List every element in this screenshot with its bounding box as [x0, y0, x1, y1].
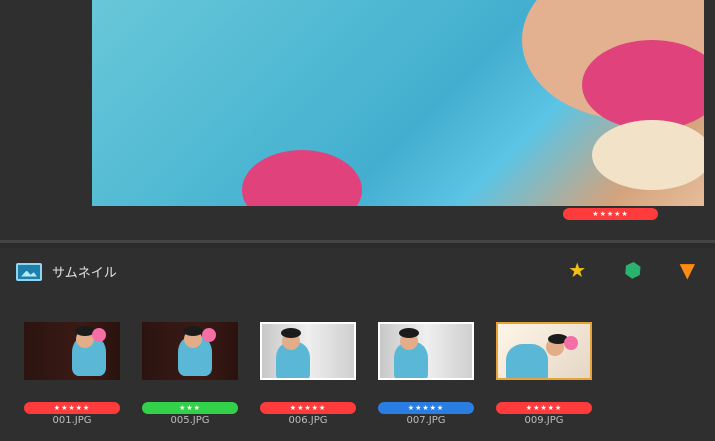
thumbnail-filename: 005.JPG: [170, 415, 210, 426]
thumbnail-filename: 006.JPG: [288, 415, 328, 426]
preview-panel: ★★★★★: [0, 0, 715, 243]
preview-rating-badge[interactable]: ★★★★★: [563, 208, 658, 220]
thumbnail-image-selected[interactable]: [496, 322, 592, 380]
pattern-area: [592, 120, 704, 190]
thumbnail-filename: 007.JPG: [406, 415, 446, 426]
thumbnail-icon: [16, 262, 42, 281]
thumbnail-item[interactable]: ★★★★★ 009.JPG: [496, 322, 592, 426]
thumbnail-rating[interactable]: ★★★★★: [378, 402, 474, 414]
thumbnail-filename: 009.JPG: [524, 415, 564, 426]
thumbnail-tools: ★ ⬣ ▼: [568, 255, 695, 284]
obi-area: [242, 150, 362, 206]
thumbnail-image[interactable]: [378, 322, 474, 380]
thumbnail-image[interactable]: [260, 322, 356, 380]
thumbnail-title: サムネイル: [52, 266, 117, 281]
thumbnail-item[interactable]: ★★★★★ 006.JPG: [260, 322, 356, 426]
thumbnail-rating[interactable]: ★★★★★: [496, 402, 592, 414]
filter-icon[interactable]: ▼: [680, 258, 695, 282]
thumbnail-rating[interactable]: ★★★★★: [260, 402, 356, 414]
thumbnail-header: サムネイル: [16, 262, 117, 281]
thumbnail-rating[interactable]: ★★★★★: [24, 402, 120, 414]
thumbnail-panel: サムネイル ★ ⬣ ▼ ★★★★★ 001.JPG ★★★ 005.JPG ★★…: [0, 248, 715, 441]
thumbnail-item[interactable]: ★★★ 005.JPG: [142, 322, 238, 426]
preview-photo[interactable]: [92, 0, 704, 206]
thumbnail-list: ★★★★★ 001.JPG ★★★ 005.JPG ★★★★★ 006.JPG …: [24, 322, 592, 426]
star-icon[interactable]: ★: [568, 258, 586, 282]
thumbnail-filename: 001.JPG: [52, 415, 92, 426]
thumbnail-rating[interactable]: ★★★: [142, 402, 238, 414]
thumbnail-image[interactable]: [142, 322, 238, 380]
tag-icon[interactable]: ⬣: [620, 255, 646, 284]
thumbnail-image[interactable]: [24, 322, 120, 380]
thumbnail-item[interactable]: ★★★★★ 007.JPG: [378, 322, 474, 426]
thumbnail-item[interactable]: ★★★★★ 001.JPG: [24, 322, 120, 426]
